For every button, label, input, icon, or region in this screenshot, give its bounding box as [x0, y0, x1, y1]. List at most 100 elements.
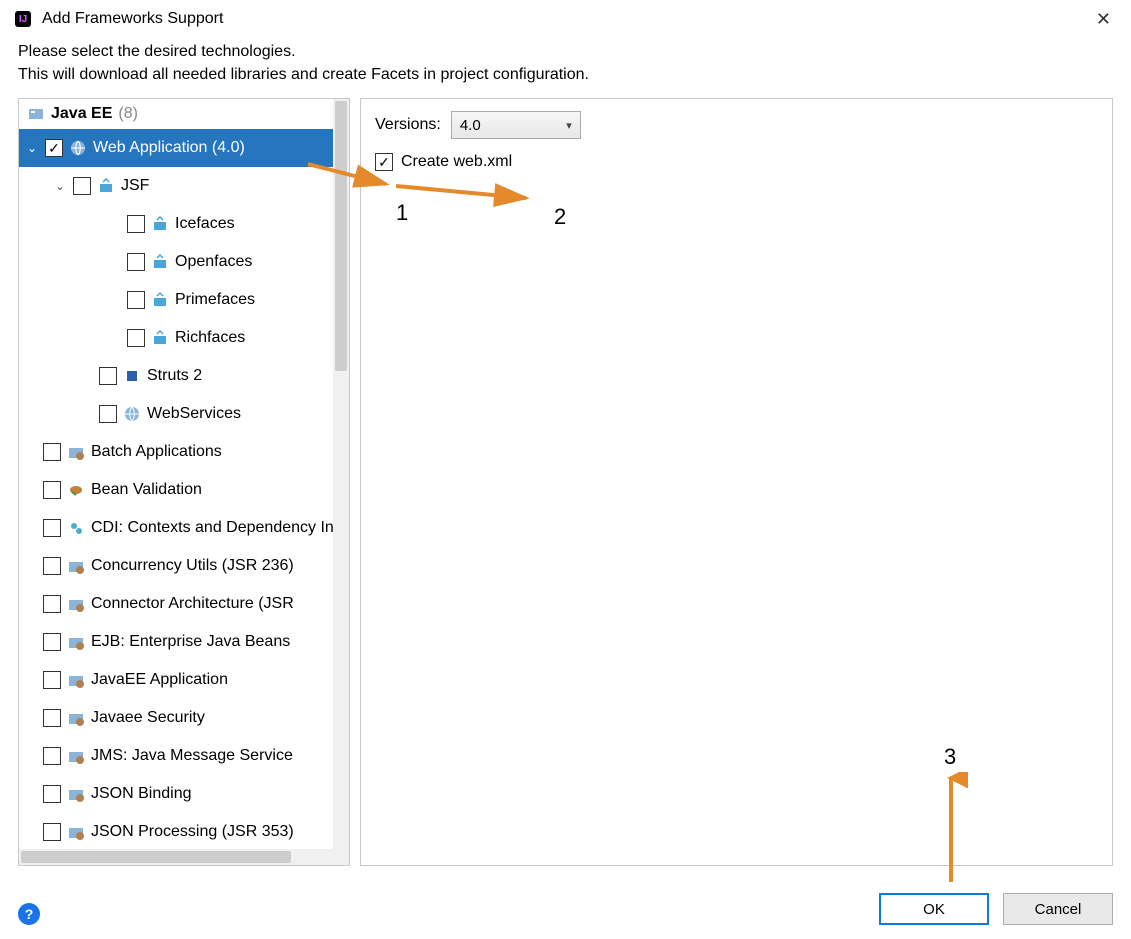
frameworks-tree-panel: Java EE (8) ⌄ Web Application (4.0) ⌄ JSF Ic… [18, 98, 350, 866]
tree-checkbox[interactable] [45, 139, 63, 157]
tree-checkbox[interactable] [43, 481, 61, 499]
tree-node[interactable]: Primefaces [19, 281, 349, 319]
tree-checkbox[interactable] [43, 823, 61, 841]
tree-node[interactable]: Javaee Security [19, 699, 349, 737]
create-webxml-label: Create web.xml [401, 153, 512, 171]
tree-node[interactable]: JavaEE Application [19, 661, 349, 699]
jsf-icon [151, 291, 169, 309]
tree-node-label: JMS: Java Message Service [91, 747, 293, 765]
tree-node[interactable]: Concurrency Utils (JSR 236) [19, 547, 349, 585]
tree-header-label: Java EE [51, 105, 112, 123]
tree-node-label: Web Application (4.0) [93, 139, 245, 157]
tree-checkbox[interactable] [73, 177, 91, 195]
folder-icon [67, 557, 85, 575]
intro-line1: Please select the desired technologies. [18, 40, 1113, 63]
expand-icon[interactable]: ⌄ [25, 141, 39, 155]
tree-node-label: JSON Processing (JSR 353) [91, 823, 294, 841]
tree-checkbox[interactable] [127, 215, 145, 233]
struts-icon [123, 367, 141, 385]
tree-node-label: Openfaces [175, 253, 252, 271]
tree-node[interactable]: Bean Validation [19, 471, 349, 509]
tree-node-label: Richfaces [175, 329, 245, 347]
tree-checkbox[interactable] [99, 405, 117, 423]
tree-node-label: Batch Applications [91, 443, 222, 461]
annotation-number-1: 1 [396, 200, 408, 226]
vertical-scroll-thumb[interactable] [335, 101, 347, 371]
intro-line2: This will download all needed libraries … [18, 63, 1113, 86]
tree-checkbox[interactable] [43, 557, 61, 575]
tree-node-label: Bean Validation [91, 481, 202, 499]
tree-checkbox[interactable] [43, 595, 61, 613]
folder-icon [67, 823, 85, 841]
vertical-scrollbar[interactable] [333, 99, 349, 865]
folder-icon [67, 443, 85, 461]
tree-checkbox[interactable] [43, 747, 61, 765]
tree-node-label: JSON Binding [91, 785, 192, 803]
dialog-buttons: OK Cancel [879, 893, 1113, 925]
tree-node[interactable]: ⌄ JSF [19, 167, 349, 205]
help-button[interactable]: ? [18, 903, 40, 925]
tree-node-label: Connector Architecture (JSR [91, 595, 294, 613]
tree-checkbox[interactable] [43, 519, 61, 537]
tree-checkbox[interactable] [127, 329, 145, 347]
tree-node[interactable]: EJB: Enterprise Java Beans [19, 623, 349, 661]
bean-icon [67, 481, 85, 499]
frameworks-tree[interactable]: ⌄ Web Application (4.0) ⌄ JSF Icefaces Openfa… [19, 129, 349, 866]
horizontal-scroll-thumb[interactable] [21, 851, 291, 863]
create-webxml-checkbox[interactable] [375, 153, 393, 171]
version-value: 4.0 [460, 117, 481, 134]
versions-label: Versions: [375, 116, 441, 134]
tree-header-count: (8) [118, 105, 138, 123]
tree-node[interactable]: Struts 2 [19, 357, 349, 395]
version-select[interactable]: 4.0 ▾ [451, 111, 581, 139]
tree-checkbox[interactable] [127, 253, 145, 271]
cancel-button[interactable]: Cancel [1003, 893, 1113, 925]
tree-node[interactable]: Icefaces [19, 205, 349, 243]
app-icon: IJ [14, 10, 32, 28]
folder-icon [67, 747, 85, 765]
tree-node-label: Concurrency Utils (JSR 236) [91, 557, 294, 575]
versions-row: Versions: 4.0 ▾ [375, 111, 1098, 139]
tree-node-label: Primefaces [175, 291, 255, 309]
javaee-icon [27, 105, 45, 123]
tree-node[interactable]: WebServices [19, 395, 349, 433]
help-icon: ? [25, 906, 34, 922]
jsf-icon [151, 329, 169, 347]
tree-checkbox[interactable] [43, 709, 61, 727]
tree-node-label: CDI: Contexts and Dependency Injection [91, 519, 349, 537]
cancel-button-label: Cancel [1035, 901, 1082, 918]
expand-icon[interactable]: ⌄ [53, 179, 67, 193]
folder-icon [67, 709, 85, 727]
tree-checkbox[interactable] [43, 671, 61, 689]
tree-node[interactable]: JSON Processing (JSR 353) [19, 813, 349, 851]
tree-checkbox[interactable] [43, 785, 61, 803]
tree-node[interactable]: Connector Architecture (JSR [19, 585, 349, 623]
folder-icon [67, 633, 85, 651]
ok-button-label: OK [923, 901, 945, 918]
tree-checkbox[interactable] [99, 367, 117, 385]
tree-node[interactable]: Openfaces [19, 243, 349, 281]
tree-node[interactable]: ⌄ Web Application (4.0) [19, 129, 349, 167]
globe-icon [123, 405, 141, 423]
jsf-icon [151, 253, 169, 271]
jsf-icon [151, 215, 169, 233]
close-icon[interactable]: ✕ [1086, 7, 1121, 32]
horizontal-scrollbar[interactable] [19, 849, 333, 865]
tree-node-label: EJB: Enterprise Java Beans [91, 633, 290, 651]
tree-checkbox[interactable] [127, 291, 145, 309]
tree-node[interactable]: Batch Applications [19, 433, 349, 471]
tree-node[interactable]: JMS: Java Message Service [19, 737, 349, 775]
globe-icon [69, 139, 87, 157]
tree-checkbox[interactable] [43, 443, 61, 461]
tree-node[interactable]: JSON Binding [19, 775, 349, 813]
tree-node-label: JSF [121, 177, 149, 195]
folder-icon [67, 785, 85, 803]
tree-node[interactable]: Richfaces [19, 319, 349, 357]
tree-checkbox[interactable] [43, 633, 61, 651]
tree-header: Java EE (8) [19, 99, 349, 129]
ok-button[interactable]: OK [879, 893, 989, 925]
tree-node[interactable]: CDI: Contexts and Dependency Injection [19, 509, 349, 547]
tree-node-label: Icefaces [175, 215, 235, 233]
folder-icon [67, 671, 85, 689]
framework-details-panel: Versions: 4.0 ▾ Create web.xml [360, 98, 1113, 866]
